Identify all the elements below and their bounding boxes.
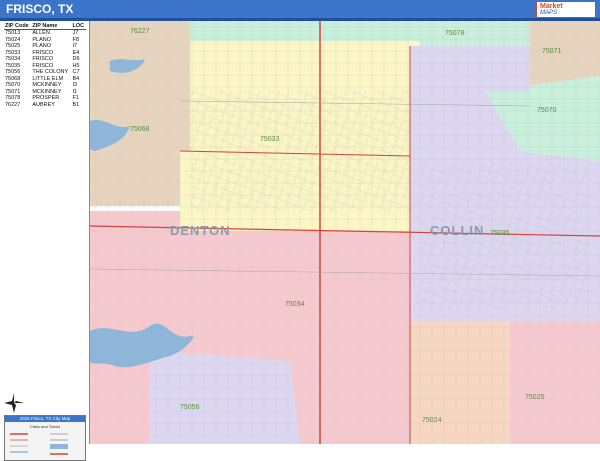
zip-label-75024: 75024 xyxy=(422,417,442,424)
index-row: 75013 ALLEN J7 xyxy=(4,30,86,37)
zip-name: AUBREY xyxy=(32,101,55,108)
legend-title: 2016 Frisco, TX City Map xyxy=(5,416,85,422)
index-row: 75078 PROSPER F1 xyxy=(4,95,86,102)
map-legend: 2016 Frisco, TX City Map Cities and Town… xyxy=(4,415,86,461)
legend-symbols xyxy=(10,433,68,455)
street-grid-2 xyxy=(190,91,410,211)
map-canvas[interactable]: DENTON COLLIN 76227 75078 75071 75070 75… xyxy=(90,21,600,444)
col-zip-code: ZIP Code xyxy=(4,23,32,30)
zip-label-75071: 75071 xyxy=(542,48,562,55)
index-row: 75034 FRISCO D6 xyxy=(4,56,86,63)
logo-line-1: Market xyxy=(540,3,563,10)
col-loc: LOC xyxy=(71,23,86,30)
zip-label-75070: 75070 xyxy=(537,107,557,114)
zip-code: 75013 xyxy=(5,30,21,36)
logo-line-2: MAPS xyxy=(540,10,558,16)
zip-loc: J7 xyxy=(72,30,79,36)
index-row: 76227 AUBREY B1 xyxy=(4,102,86,109)
county-label-west: DENTON xyxy=(170,223,231,238)
zip-label-76227: 76227 xyxy=(130,28,150,35)
zip-name: THE COLONY xyxy=(32,69,69,75)
zip-label-75033: 75033 xyxy=(260,136,280,143)
title-bar: FRISCO, TX Market MAPS xyxy=(0,0,600,18)
zip-label-75078: 75078 xyxy=(445,30,465,37)
zip-code: 76227 xyxy=(5,101,21,108)
map-title: FRISCO, TX xyxy=(6,2,74,16)
market-maps-logo: Market MAPS xyxy=(536,1,596,18)
zip-label-75068: 75068 xyxy=(130,126,150,133)
zip-index-panel: ZIP Code ZIP Name LOC 75013 ALLEN J7 75024… xyxy=(0,21,90,461)
index-row: 75070 MCKINNEY I3 xyxy=(4,82,86,89)
zip-label-75034: 75034 xyxy=(285,301,305,308)
compass-rose-icon xyxy=(4,393,24,413)
zip-label-75035: 75035 xyxy=(490,230,510,237)
index-header-row: ZIP Code ZIP Name LOC xyxy=(4,23,86,30)
map-area[interactable]: DENTON COLLIN 76227 75078 75071 75070 75… xyxy=(90,21,600,444)
zip-loc: B1 xyxy=(72,101,80,108)
zip-label-75025: 75025 xyxy=(525,394,545,401)
legend-subtitle: Cities and Towns xyxy=(29,424,61,429)
zip-index-table: ZIP Code ZIP Name LOC 75013 ALLEN J7 75024… xyxy=(4,23,86,108)
county-label-east: COLLIN xyxy=(430,223,484,238)
zip-label-75056: 75056 xyxy=(180,404,200,411)
index-row: 75056 THE COLONY C7 xyxy=(4,69,86,76)
zip-name: ALLEN xyxy=(32,30,50,36)
index-row: 75025 PLANO I7 xyxy=(4,43,86,50)
